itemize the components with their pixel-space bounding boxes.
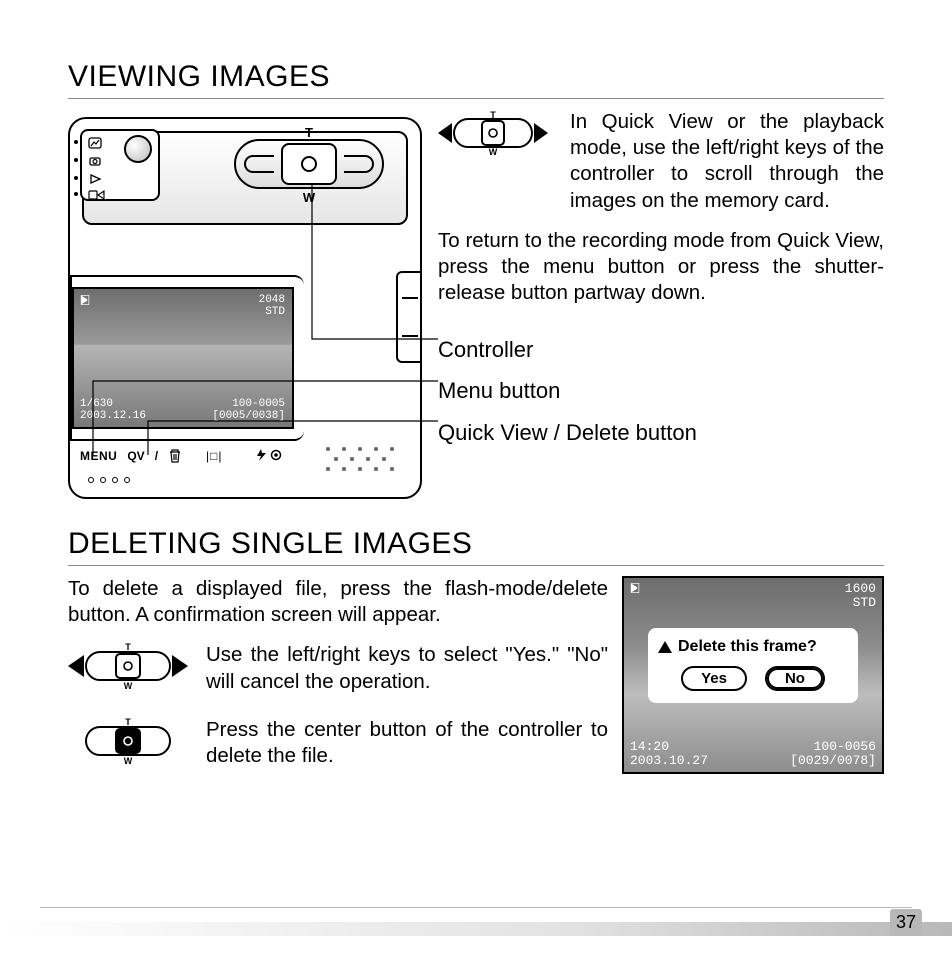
svg-text:W: W [489, 147, 498, 155]
lcd2-time: 14:20 [630, 739, 669, 754]
lcd-quality: STD [259, 306, 285, 318]
lcd2-date: 2003.10.27 [630, 753, 708, 768]
deleting-step2: Press the center button of the controlle… [206, 717, 608, 769]
camera-diagram: ♪ T W 2048 ST [68, 109, 422, 499]
lcd-main: 2048 STD 1/630 2003.12.16 100-0005 [0005… [72, 287, 294, 429]
label-qv-delete: Quick View / Delete button [438, 412, 884, 454]
lcd2-res: 1600 [845, 582, 876, 596]
trash-icon [168, 448, 182, 464]
section-title-viewing: VIEWING IMAGES [68, 60, 884, 99]
mini-controller-center-press-icon: T W [68, 717, 188, 765]
lcd2-playback-icon [630, 582, 640, 598]
svg-text:T: T [125, 642, 131, 652]
label-controller: Controller [438, 329, 884, 371]
svg-text:T: T [125, 717, 131, 727]
lcd2-quality: STD [845, 596, 876, 610]
footer-rule [40, 907, 912, 908]
lcd-count: [0005/0038] [212, 410, 285, 422]
qv-button-label: QV [127, 449, 144, 463]
label-menu-button: Menu button [438, 370, 884, 412]
indicator-dots [88, 477, 130, 483]
lcd2-count: [0029/0078] [790, 753, 876, 768]
lcd-res: 2048 [259, 294, 285, 306]
lcd-date: 2003.12.16 [80, 410, 146, 422]
controller-rocker-main: T W [234, 139, 384, 189]
lcd-shutter: 1/630 [80, 398, 113, 410]
deleting-step1: Use the left/right keys to select "Yes."… [206, 642, 608, 694]
lcd-folderfile: 100-0005 [232, 398, 285, 410]
confirm-dialog-text: Delete this frame? [678, 638, 817, 656]
svg-text:W: W [124, 756, 133, 765]
zoom-w-label: W [303, 190, 315, 205]
display-button-label: |□| [206, 449, 222, 463]
footer-bar [0, 922, 952, 936]
mini-controller-arrows-icon-2: T W [68, 642, 188, 690]
menu-button-label: MENU [80, 449, 117, 463]
lcd-dialog-shot: 1600 STD 14:20 2003.10.27 100-0056 [0029… [622, 576, 884, 774]
svg-text:W: W [124, 681, 133, 690]
lcd-playback-icon [80, 294, 90, 310]
lcd2-folderfile: 100-0056 [814, 739, 876, 754]
dialog-yes-button[interactable]: Yes [681, 666, 747, 691]
mode-dial: ♪ [80, 129, 160, 201]
mini-controller-arrows-icon: T W [438, 111, 548, 155]
zoom-t-label: T [305, 125, 313, 140]
section-title-deleting: DELETING SINGLE IMAGES [68, 527, 884, 566]
speaker-grille [326, 447, 396, 473]
viewing-para2: To return to the recording mode from Qui… [438, 228, 884, 307]
confirm-dialog: Delete this frame? Yes No [648, 628, 858, 703]
side-pad [396, 271, 422, 363]
svg-text:T: T [490, 111, 496, 120]
viewing-para1: In Quick View or the playback mode, use … [570, 109, 884, 214]
flash-redeye-label [255, 448, 283, 465]
warning-icon [658, 641, 672, 653]
slash: / [155, 449, 158, 463]
dialog-no-button[interactable]: No [765, 666, 825, 691]
deleting-intro: To delete a displayed file, press the fl… [68, 576, 608, 628]
page-number: 37 [890, 909, 922, 936]
